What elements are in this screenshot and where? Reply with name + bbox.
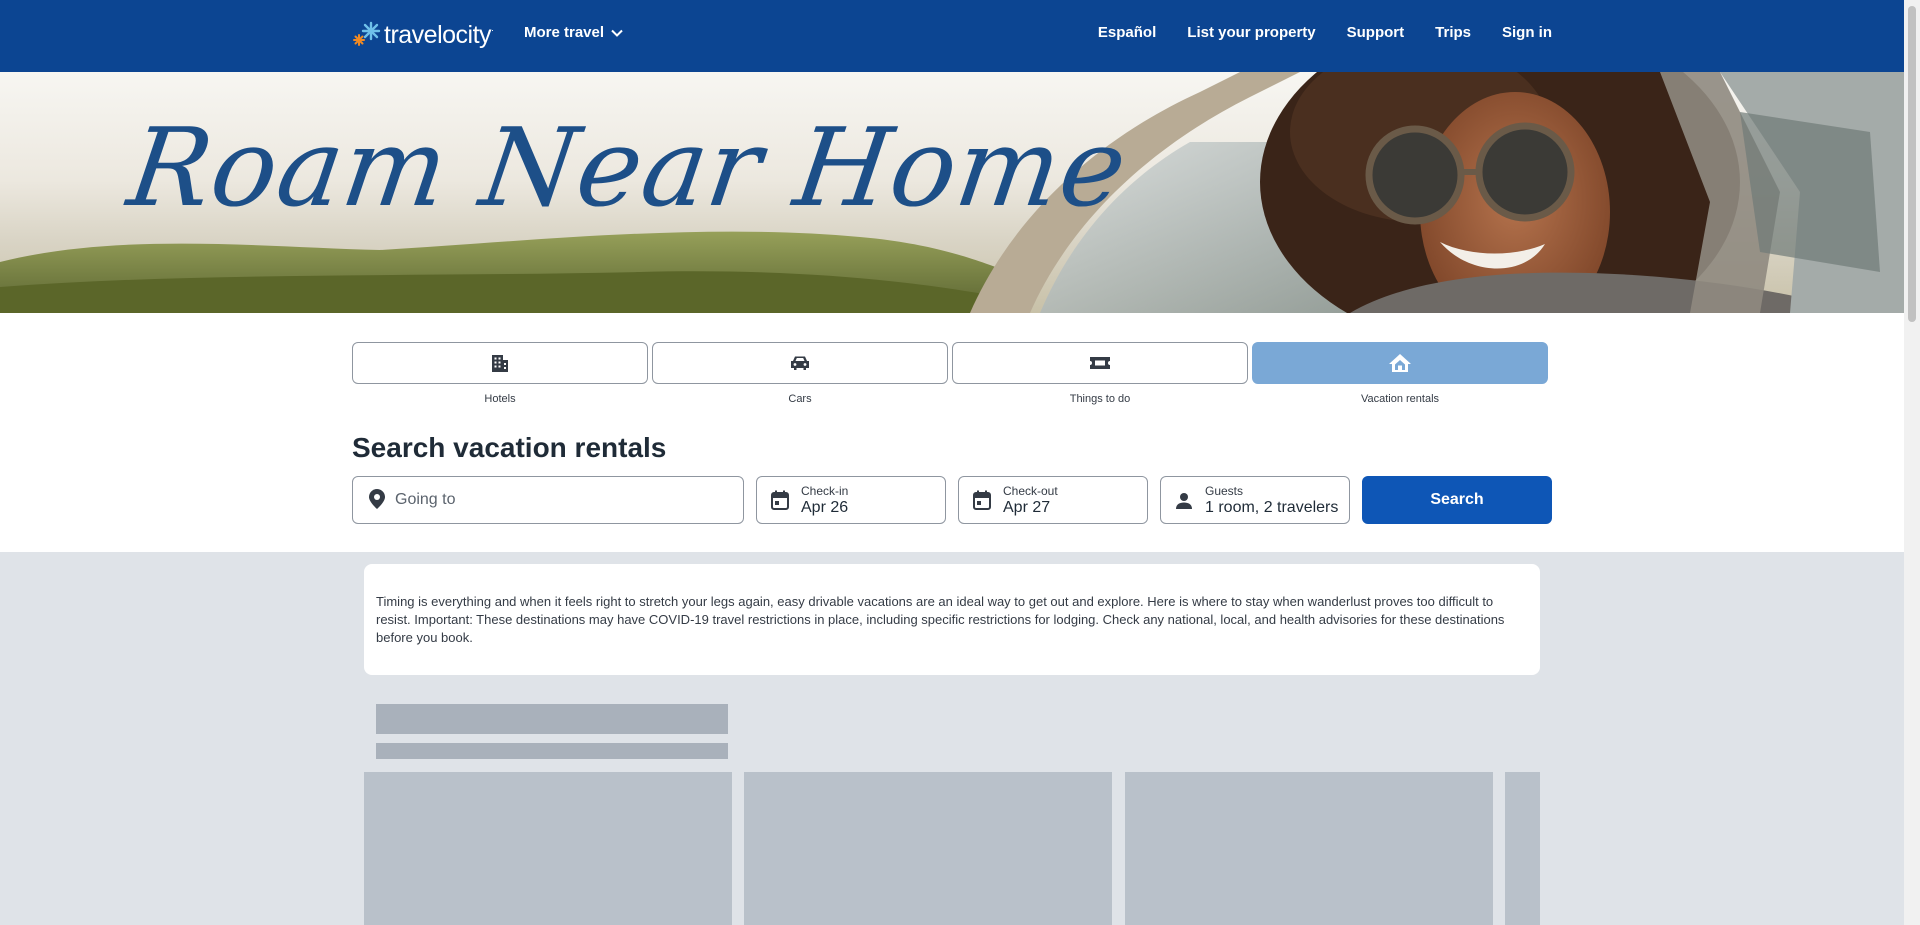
nav-espanol-link[interactable]: Español [1098,24,1156,41]
scrollbar-thumb[interactable] [1908,6,1916,322]
check-in-value: Apr 26 [801,499,849,516]
person-icon [1176,493,1192,509]
skeleton-card [364,772,732,925]
calendar-icon [771,490,789,510]
skeleton-card [744,772,1112,925]
tab-cars-button[interactable] [652,342,948,384]
skeleton-card [1505,772,1540,925]
hero-title: Roam Near Home [121,106,1135,231]
check-in-label: Check-in [801,484,849,498]
going-to-input[interactable] [395,477,735,523]
check-out-value: Apr 27 [1003,499,1051,516]
tab-vacation-rentals-button[interactable] [1252,342,1548,384]
category-tabs: Hotels Cars Things to do Vacation rental… [352,342,1548,405]
header-nav: Español List your property Support Trips… [1098,24,1552,41]
house-icon [1389,354,1411,372]
search-button[interactable]: Search [1362,476,1552,524]
logo-text: travelocity [384,20,492,49]
car-icon [791,356,809,370]
skeleton-subheading [376,743,728,759]
top-header: travelocity · More travel Español List y… [0,0,1904,72]
nav-sign-in-link[interactable]: Sign in [1502,24,1552,41]
logo-star-icon [353,21,381,46]
calendar-icon [973,490,991,510]
check-out-field[interactable]: Check-out Apr 27 [958,476,1148,524]
building-icon [492,355,508,372]
more-travel-label: More travel [524,24,605,41]
tab-things-to-do[interactable]: Things to do [952,342,1248,405]
skeleton-card [1125,772,1493,925]
hero-banner: Roam Near Home [0,72,1904,313]
tab-hotels-button[interactable] [352,342,648,384]
intro-text: Timing is everything and when it feels r… [376,594,1505,645]
more-travel-menu[interactable]: More travel [524,24,623,41]
nav-trips-link[interactable]: Trips [1435,24,1471,41]
going-to-field[interactable] [352,476,744,524]
guests-value: 1 room, 2 travelers [1205,499,1339,516]
check-in-field[interactable]: Check-in Apr 26 [756,476,946,524]
tab-things-to-do-button[interactable] [952,342,1248,384]
tab-vacation-rentals-label: Vacation rentals [1360,393,1440,405]
map-pin-icon [369,489,385,509]
nav-list-property-link[interactable]: List your property [1187,24,1315,41]
tab-hotels[interactable]: Hotels [352,342,648,405]
tab-cars-label: Cars [788,393,812,405]
logo-mark: · [491,25,495,35]
intro-card: Timing is everything and when it feels r… [364,564,1540,675]
chevron-down-icon [611,29,623,37]
check-out-label: Check-out [1003,484,1058,498]
guests-label: Guests [1205,484,1244,498]
tab-cars[interactable]: Cars [652,342,948,405]
tab-hotels-label: Hotels [484,393,516,405]
skeleton-heading [376,704,728,734]
ticket-icon [1090,357,1110,369]
tab-things-to-do-label: Things to do [1069,393,1131,405]
search-title: Search vacation rentals [352,432,667,463]
travelocity-logo[interactable]: travelocity · [351,18,494,52]
nav-support-link[interactable]: Support [1347,24,1405,41]
guests-field[interactable]: Guests 1 room, 2 travelers [1160,476,1350,524]
tab-vacation-rentals[interactable]: Vacation rentals [1252,342,1548,405]
